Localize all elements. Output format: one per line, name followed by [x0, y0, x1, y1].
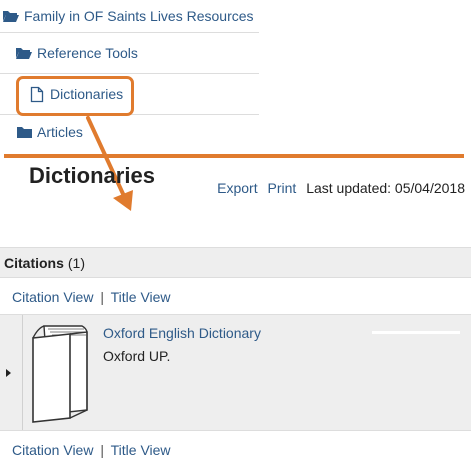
citation-view-link[interactable]: Citation View	[12, 442, 93, 458]
expand-caret-icon[interactable]	[6, 369, 11, 377]
view-switcher-bottom: Citation View | Title View	[12, 442, 171, 458]
citation-title-link[interactable]: Oxford English Dictionary	[103, 325, 261, 341]
tree-item-reference-tools[interactable]: Reference Tools	[0, 32, 259, 73]
last-updated-text: Last updated: 05/04/2018	[306, 180, 465, 196]
row-expander[interactable]	[0, 315, 23, 430]
title-view-link[interactable]: Title View	[111, 442, 171, 458]
print-link[interactable]: Print	[268, 180, 297, 196]
page-title: Dictionaries	[29, 163, 155, 188]
citations-count: (1)	[67, 254, 86, 271]
annotation-highlight-box	[16, 76, 134, 116]
citation-progress-bar	[372, 331, 460, 334]
view-separator: |	[100, 289, 104, 305]
citation-view-link[interactable]: Citation View	[12, 289, 93, 305]
title-view-link[interactable]: Title View	[111, 289, 171, 305]
citations-header: Citations (1)	[0, 247, 471, 278]
tree-item-articles[interactable]: Articles	[0, 114, 259, 148]
citation-row[interactable]: Oxford English Dictionary Oxford UP.	[0, 314, 471, 431]
tree-item-label: Reference Tools	[37, 45, 138, 61]
book-icon	[32, 325, 88, 423]
view-separator: |	[100, 442, 104, 458]
folder-open-icon	[15, 45, 33, 61]
tree-item-label: Articles	[37, 123, 83, 140]
folder-icon	[15, 124, 33, 140]
tree-item-family-in-of-saints[interactable]: Family in OF Saints Lives Resources	[0, 0, 259, 32]
folder-open-icon	[2, 8, 20, 24]
page-actions: Export Print Last updated: 05/04/2018	[217, 180, 465, 196]
tree-item-label: Family in OF Saints Lives Resources	[24, 8, 254, 24]
annotation-divider-line	[4, 154, 464, 158]
view-switcher-top: Citation View | Title View	[12, 289, 171, 305]
citations-heading: Citations	[4, 254, 64, 271]
export-link[interactable]: Export	[217, 180, 257, 196]
citation-publisher: Oxford UP.	[103, 348, 171, 364]
